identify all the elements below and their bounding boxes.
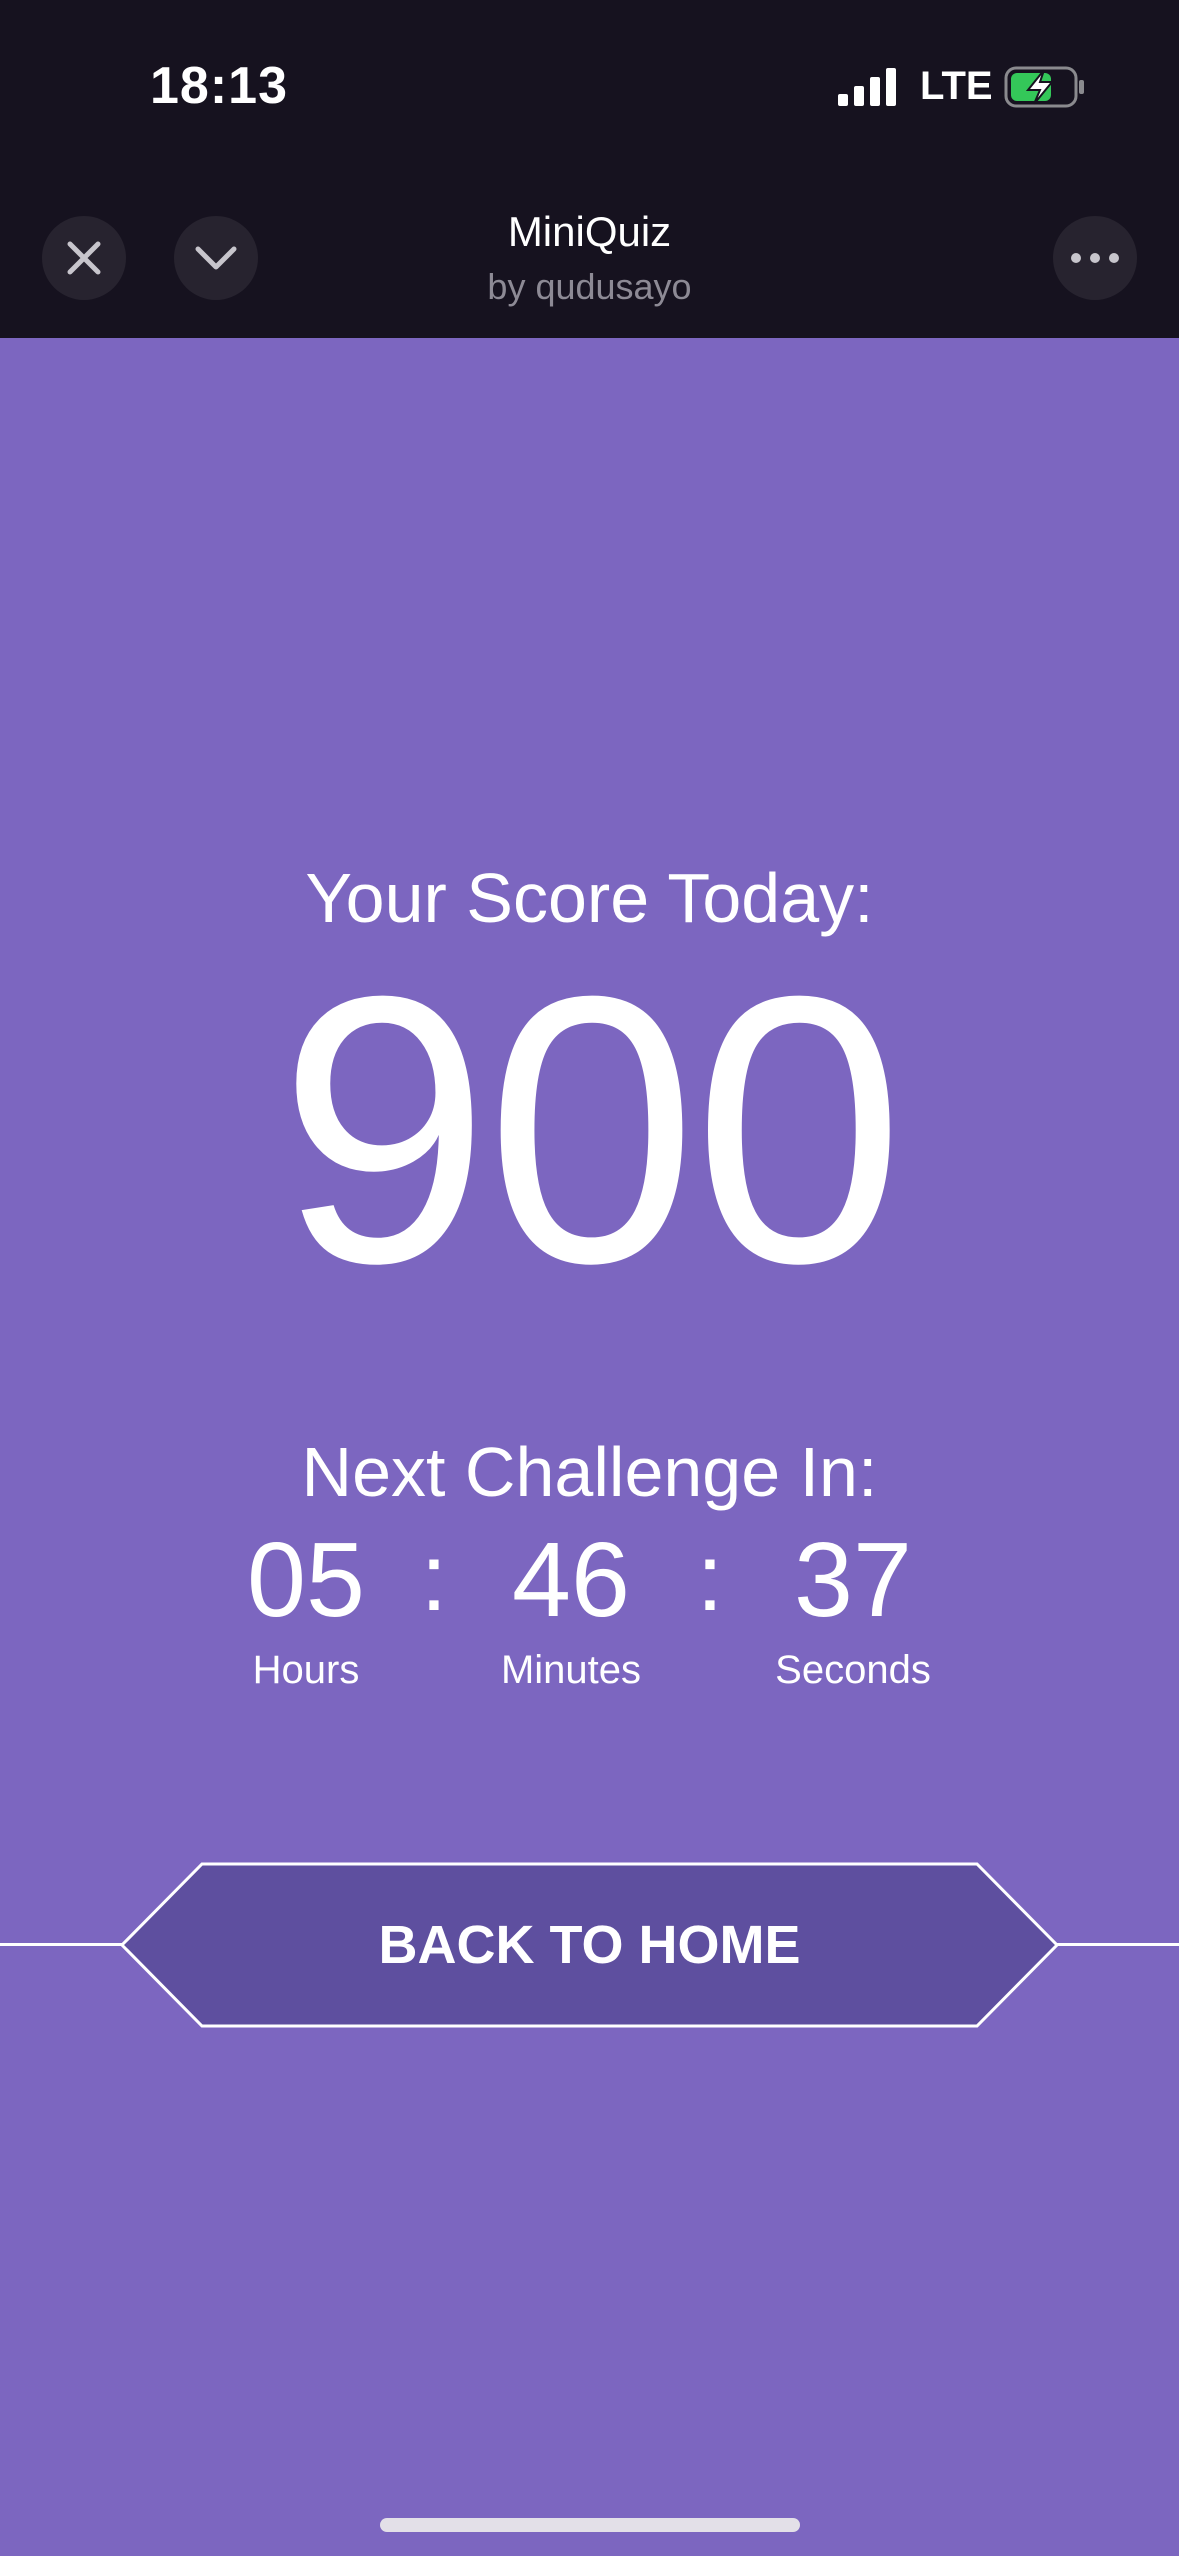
back-to-home-button[interactable]: BACK TO HOME [120, 1862, 1059, 2028]
app-author: by qudusayo [487, 266, 692, 307]
button-line-right [1056, 1943, 1179, 1946]
countdown-minutes: 46 [512, 1521, 630, 1639]
back-to-home-label: BACK TO HOME [378, 1915, 801, 1975]
top-bar: 18:13 LTE MiniQuiz by qudusayo [0, 0, 1179, 338]
hours-label: Hours [252, 1648, 360, 1692]
app-title: MiniQuiz [507, 208, 672, 255]
countdown-separator: : [696, 1524, 724, 1631]
next-challenge-label: Next Challenge In: [301, 1433, 878, 1511]
more-options-button[interactable] [1053, 216, 1137, 300]
countdown-seconds: 37 [794, 1521, 912, 1639]
more-icon [1071, 253, 1119, 263]
home-indicator[interactable] [380, 2518, 800, 2532]
button-line-left [0, 1943, 122, 1946]
status-time: 18:13 [150, 57, 288, 115]
countdown-separator: : [420, 1524, 448, 1631]
signal-icon [838, 68, 896, 106]
score-value: 900 [278, 917, 904, 1342]
minutes-label: Minutes [500, 1648, 642, 1692]
seconds-label: Seconds [775, 1648, 931, 1692]
network-type: LTE [920, 64, 993, 108]
battery-charging-icon [1004, 66, 1084, 108]
countdown-hours: 05 [247, 1521, 365, 1639]
